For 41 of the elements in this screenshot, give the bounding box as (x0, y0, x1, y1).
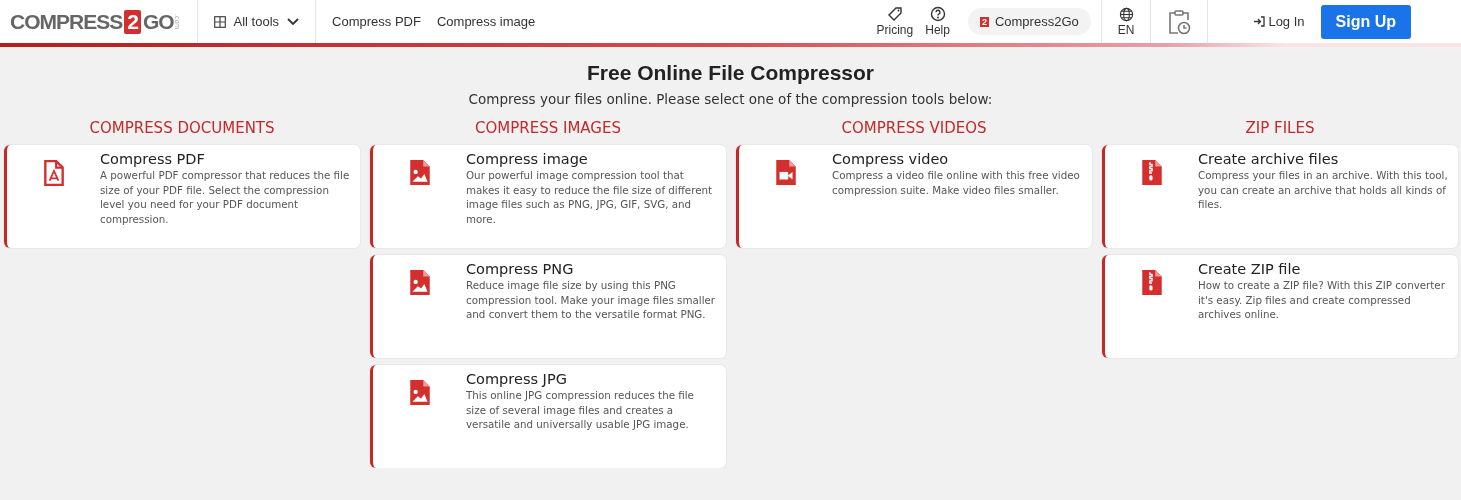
sign-up-button[interactable]: Sign Up (1320, 4, 1411, 39)
chevron-down-icon (287, 17, 300, 26)
login-link[interactable]: Log In (1253, 14, 1305, 29)
tool-card[interactable]: Compress video Compress a video file online with this free video compression suite. Make video files smaller. (736, 145, 1092, 248)
category-heading: COMPRESS DOCUMENTS (88, 119, 276, 137)
card-description: Our powerful image compression tool that makes it easy to reduce the file size of different image files such as PNG, JPG, GIF, SVG, and more. (466, 168, 714, 226)
card-title: Compress PNG (466, 261, 575, 277)
category-heading: COMPRESS IMAGES (474, 119, 622, 137)
nav-link[interactable]: Compress image (436, 14, 536, 29)
tool-card[interactable]: Create ZIP file How to create a ZIP file? With this ZIP converter it's easy. Zip files and create compressed archives online. (1102, 255, 1458, 358)
page-subtitle: Compress your files online. Please select one of the compression tools below: (467, 91, 994, 107)
card-title: Create ZIP file (1198, 261, 1302, 277)
card-description: Compress a video file online with this free video compression suite. Make video files smaller. (832, 168, 1081, 197)
page-title: Free Online File Compressor (585, 61, 876, 85)
tool-card[interactable]: Compress JPG This online JPG compression reduces the file size of several image files and creates a versatile and universally usable JPG image. (370, 365, 726, 468)
help-icon (929, 6, 946, 22)
category-heading: ZIP FILES (1244, 119, 1316, 137)
card-title: Compress PDF (100, 151, 206, 167)
tool-card[interactable]: Compress image Our powerful image compression tool that makes it easy to reduce the file size of different image files such as PNG, JPG, GIF, SVG, and more. (370, 145, 726, 248)
clipboard-clock-icon[interactable] (1167, 8, 1192, 35)
card-description: Compress your files in an archive. With this tool, you can create an archive that holds all kinds of files. (1198, 168, 1448, 212)
tag-icon (886, 6, 903, 22)
tool-card[interactable]: Compress PNG Reduce image file size by using this PNG compression tool. Make your image files smaller and convert them to the versatile format PNG. (370, 255, 726, 358)
card-title: Compress video (832, 151, 950, 167)
grid-icon (213, 15, 226, 28)
category-heading: COMPRESS VIDEOS (840, 119, 988, 137)
card-description: A powerful PDF compressor that reduces the file size of your PDF file. Select the compression level you need for your PDF document compression. (100, 168, 350, 226)
tool-card[interactable]: Compress PDF A powerful PDF compressor that reduces the file size of your PDF file. Select the compression level you need for your PDF document compression. (4, 145, 360, 248)
tool-card[interactable]: Create archive files Compress your files in an archive. With this tool, you can create an archive that holds all kinds of files. (1102, 145, 1458, 248)
help-link[interactable]: Help (919, 6, 956, 37)
card-title: Create archive files (1198, 151, 1340, 167)
globe-icon (1118, 6, 1134, 22)
card-description: How to create a ZIP file? With this ZIP converter it's easy. Zip files and create compressed archives online. (1198, 278, 1446, 322)
pricing-link[interactable]: Pricing (870, 6, 920, 37)
nav-link[interactable]: Compress PDF (332, 14, 421, 29)
card-description: This online JPG compression reduces the file size of several image files and creates a versatile and universally usable JPG image. (466, 388, 695, 432)
card-description: Reduce image file size by using this PNG compression tool. Make your image files smaller and convert them to the versatile format PNG. (466, 278, 716, 322)
card-title: Compress JPG (466, 371, 568, 387)
brand-pill[interactable]: 2 Compress2Go (967, 8, 1091, 35)
card-title: Compress image (466, 151, 589, 167)
sign-in-icon (1253, 16, 1266, 27)
